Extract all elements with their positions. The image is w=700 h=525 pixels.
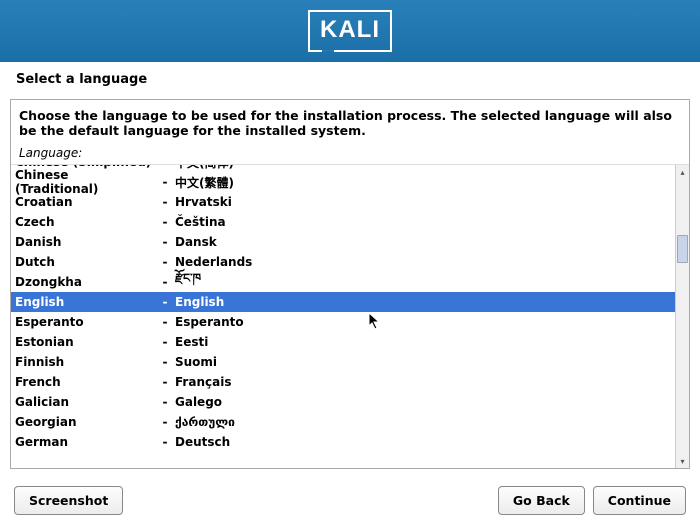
content-panel: Choose the language to be used for the i… xyxy=(10,99,690,469)
language-row[interactable]: Dzongkha-རྫོང་ཁ xyxy=(11,272,675,292)
language-native: Galego xyxy=(175,395,671,409)
continue-button[interactable]: Continue xyxy=(593,486,686,515)
language-row[interactable]: Galician-Galego xyxy=(11,392,675,412)
language-native: Čeština xyxy=(175,215,671,229)
language-row[interactable]: Georgian-ქართული xyxy=(11,412,675,432)
language-name: Estonian xyxy=(15,335,155,349)
language-native: རྫོང་ཁ xyxy=(175,265,671,299)
footer-buttons: Screenshot Go Back Continue xyxy=(0,486,700,515)
language-row[interactable]: Finnish-Suomi xyxy=(11,352,675,372)
language-name: Finnish xyxy=(15,355,155,369)
language-native: Hrvatski xyxy=(175,195,671,209)
dash: - xyxy=(155,375,175,389)
language-name: Georgian xyxy=(15,415,155,429)
language-name: French xyxy=(15,375,155,389)
language-row[interactable]: Estonian-Eesti xyxy=(11,332,675,352)
language-list-container: Chinese (Simplified)-中文(简体)Chinese (Trad… xyxy=(11,164,689,468)
language-native: ქართული xyxy=(175,415,671,429)
language-name: Croatian xyxy=(15,195,155,209)
language-native: Suomi xyxy=(175,355,671,369)
dash: - xyxy=(155,215,175,229)
dash: - xyxy=(155,435,175,449)
scroll-up-button[interactable]: ▴ xyxy=(676,165,689,179)
language-native: Eesti xyxy=(175,335,671,349)
description-text: Choose the language to be used for the i… xyxy=(11,100,689,142)
dash: - xyxy=(155,415,175,429)
dash: - xyxy=(155,175,175,189)
language-row[interactable]: Esperanto-Esperanto xyxy=(11,312,675,332)
language-name: Dzongkha xyxy=(15,275,155,289)
scroll-thumb[interactable] xyxy=(677,235,688,263)
dash: - xyxy=(155,165,175,169)
dash: - xyxy=(155,195,175,209)
dash: - xyxy=(155,395,175,409)
screenshot-button[interactable]: Screenshot xyxy=(14,486,123,515)
language-native: 中文(繁體) xyxy=(175,174,671,191)
language-label: Language: xyxy=(11,142,689,164)
language-native: Deutsch xyxy=(175,435,671,449)
dash: - xyxy=(155,315,175,329)
go-back-button[interactable]: Go Back xyxy=(498,486,585,515)
dash: - xyxy=(155,335,175,349)
language-native: English xyxy=(175,295,671,309)
language-row[interactable]: Czech-Čeština xyxy=(11,212,675,232)
language-native: Dansk xyxy=(175,235,671,249)
dash: - xyxy=(155,295,175,309)
language-name: Chinese (Traditional) xyxy=(15,168,155,196)
language-list[interactable]: Chinese (Simplified)-中文(简体)Chinese (Trad… xyxy=(11,165,675,468)
kali-logo: KALI xyxy=(308,10,392,52)
scrollbar[interactable]: ▴ ▾ xyxy=(675,165,689,468)
language-row[interactable]: Danish-Dansk xyxy=(11,232,675,252)
language-row[interactable]: Croatian-Hrvatski xyxy=(11,192,675,212)
language-name: German xyxy=(15,435,155,449)
page-title: Select a language xyxy=(0,62,700,93)
language-native: Français xyxy=(175,375,671,389)
language-row[interactable]: German-Deutsch xyxy=(11,432,675,452)
scroll-down-button[interactable]: ▾ xyxy=(676,454,689,468)
language-native: Esperanto xyxy=(175,315,671,329)
language-name: Esperanto xyxy=(15,315,155,329)
header-banner: KALI xyxy=(0,0,700,62)
language-row[interactable]: Chinese (Traditional)-中文(繁體) xyxy=(11,172,675,192)
language-native: 中文(简体) xyxy=(175,165,671,171)
language-row[interactable]: English-English xyxy=(11,292,675,312)
dash: - xyxy=(155,355,175,369)
language-name: Dutch xyxy=(15,255,155,269)
language-name: Galician xyxy=(15,395,155,409)
language-row[interactable]: French-Français xyxy=(11,372,675,392)
dash: - xyxy=(155,235,175,249)
dash: - xyxy=(155,275,175,289)
language-name: Danish xyxy=(15,235,155,249)
dash: - xyxy=(155,255,175,269)
language-name: English xyxy=(15,295,155,309)
kali-logo-text: KALI xyxy=(320,16,380,43)
language-name: Czech xyxy=(15,215,155,229)
